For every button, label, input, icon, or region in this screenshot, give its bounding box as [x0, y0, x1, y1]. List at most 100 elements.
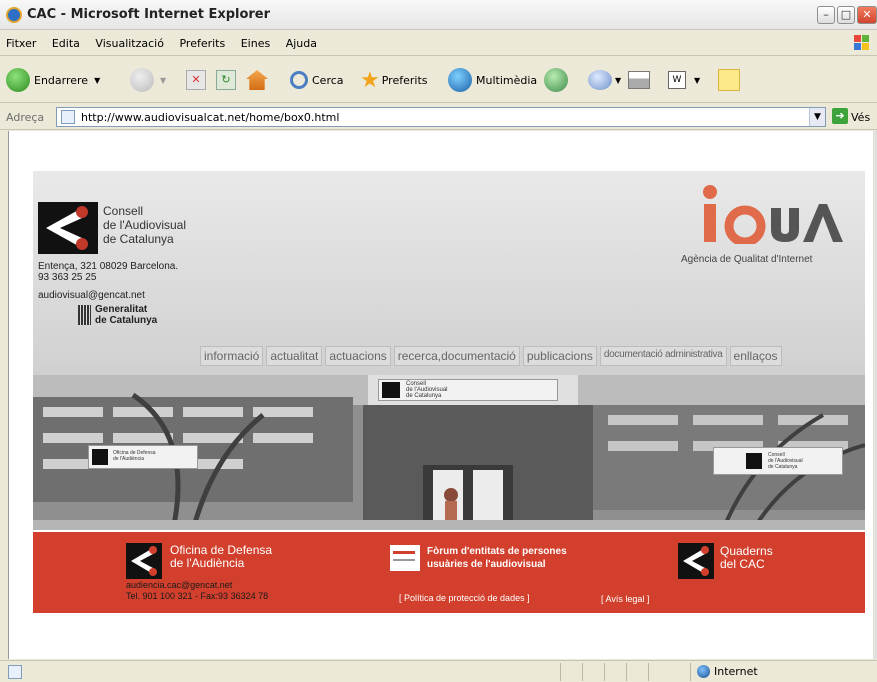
photo-sign-right: Consell de l'Audiovisual de Catalunya	[713, 447, 843, 475]
quaderns-title[interactable]: Quaderns del CAC	[720, 545, 773, 571]
forum-logo[interactable]	[390, 545, 420, 571]
status-divider	[604, 663, 605, 681]
menu-help[interactable]: Ajuda	[280, 31, 323, 50]
mail-icon	[588, 70, 612, 90]
back-dropdown-icon[interactable]: ▼	[94, 76, 100, 85]
go-label[interactable]: Vés	[851, 111, 870, 124]
home-button[interactable]	[246, 65, 268, 95]
media-icon	[448, 68, 472, 92]
history-icon	[544, 68, 568, 92]
forum-title[interactable]: Fòrum d'entitats de persones usuàries de…	[427, 545, 567, 571]
legal-link[interactable]: [ Avís legal ]	[601, 594, 649, 604]
photo-sign-line: de l'Audiència	[113, 456, 144, 462]
menu-edit[interactable]: Edita	[46, 31, 86, 50]
photo-sign-left: Oficina de Defensa de l'Audiència	[88, 445, 198, 469]
photo-sign-line: de Catalunya	[768, 464, 798, 470]
org-name-line: de Catalunya	[103, 232, 174, 246]
nav-informacio[interactable]: informació	[200, 346, 264, 366]
note-icon	[718, 69, 740, 91]
address-input[interactable]: http://www.audiovisualcat.net/home/box0.…	[56, 107, 826, 127]
security-zone-label: Internet	[714, 665, 758, 678]
history-button[interactable]	[544, 65, 568, 95]
forward-dropdown-icon[interactable]: ▼	[160, 76, 166, 85]
stop-button[interactable]: ✕	[186, 65, 206, 95]
status-divider	[648, 663, 649, 681]
oda-email[interactable]: audiencia.cac@gencat.net	[126, 580, 232, 590]
status-divider	[626, 663, 627, 681]
status-bar: Internet	[0, 660, 877, 682]
quaderns-logo[interactable]	[678, 543, 714, 579]
maximize-button[interactable]: □	[837, 6, 855, 24]
home-icon	[246, 70, 268, 90]
photo-sign-main: Consell de l'Audiovisual de Catalunya	[378, 379, 558, 401]
photo-sign-logo-icon	[746, 453, 762, 469]
forum-logo-mark-icon	[393, 551, 415, 554]
page-icon	[61, 110, 75, 124]
address-bar: Adreça http://www.audiovisualcat.net/hom…	[0, 104, 877, 130]
media-button[interactable]: Multimèdia	[448, 65, 537, 95]
oda-title[interactable]: Oficina de Defensa de l'Audiència	[170, 544, 272, 570]
media-label: Multimèdia	[476, 73, 538, 87]
print-button[interactable]	[628, 65, 650, 95]
nav-enllacos[interactable]: enllaços	[729, 346, 782, 366]
org-name-line: de l'Audiovisual	[103, 218, 187, 232]
standard-toolbar: Endarrere ▼ ▼ ✕ ↻ Cerca ★ Preferits Mult…	[0, 57, 877, 103]
quaderns-title-line: del CAC	[720, 557, 765, 571]
close-button[interactable]: ✕	[857, 6, 877, 24]
org-name-line: Consell	[103, 204, 144, 218]
status-divider	[560, 663, 561, 681]
generalitat-label[interactable]: Generalitat de Catalunya	[95, 304, 157, 326]
favorites-button[interactable]: ★ Preferits	[360, 65, 428, 95]
back-button[interactable]: Endarrere ▼	[6, 65, 100, 95]
window-title: CAC - Microsoft Internet Explorer	[27, 7, 271, 22]
menu-file[interactable]: Fitxer	[0, 31, 42, 50]
edit-button[interactable]: W ▼	[668, 65, 700, 95]
print-icon	[628, 71, 650, 89]
oda-logo[interactable]	[126, 543, 162, 579]
favorites-label: Preferits	[381, 73, 428, 87]
nav-publicacions[interactable]: publicacions	[522, 346, 597, 366]
forward-button[interactable]: ▼	[130, 65, 166, 95]
search-label: Cerca	[312, 73, 344, 87]
mail-button[interactable]: ▼	[588, 65, 621, 95]
refresh-button[interactable]: ↻	[216, 65, 236, 95]
nav-recerca[interactable]: recerca,documentació	[393, 346, 520, 366]
ie-icon	[6, 7, 22, 23]
internet-zone-icon	[697, 665, 710, 678]
search-icon	[290, 71, 308, 89]
site-footer: Oficina de Defensa de l'Audiència audien…	[33, 532, 865, 613]
status-divider	[690, 663, 691, 681]
menu-tools[interactable]: Eines	[235, 31, 276, 50]
edit-dropdown-icon[interactable]: ▼	[694, 76, 700, 85]
search-button[interactable]: Cerca	[290, 65, 344, 95]
generalitat-line: Generalitat	[95, 304, 148, 315]
menu-favorites[interactable]: Preferits	[173, 31, 231, 50]
oda-phone: Tel. 901 100 321 - Fax:93 36324 78	[126, 591, 269, 601]
page-status-icon	[8, 665, 22, 679]
messenger-button[interactable]	[718, 65, 740, 95]
iqua-subtitle: Agència de Qualitat d'Internet	[681, 254, 813, 265]
go-arrow-icon[interactable]: ➜	[832, 108, 848, 124]
menu-view[interactable]: Visualització	[89, 31, 170, 50]
org-email[interactable]: audiovisual@gencat.net	[38, 290, 145, 301]
iqua-logo[interactable]	[697, 184, 847, 244]
generalitat-emblem-icon	[78, 305, 91, 325]
nav-documentacio-administrativa[interactable]: documentació administrativa	[599, 346, 727, 366]
org-name: Consell de l'Audiovisual de Catalunya	[103, 204, 186, 246]
cac-logo[interactable]	[38, 202, 98, 254]
minimize-button[interactable]: –	[817, 6, 835, 24]
phone-line: 93 363 25 25	[38, 272, 97, 283]
photo-sign-line: de Catalunya	[406, 393, 442, 399]
privacy-link[interactable]: [ Política de protecció de dades ]	[399, 593, 530, 603]
org-address: Entença, 321 08029 Barcelona. 93 363 25 …	[38, 261, 178, 283]
forum-title-line: usuàries de l'audiovisual	[427, 559, 546, 570]
forum-logo-mark-icon	[393, 559, 415, 561]
nav-actualitat[interactable]: actualitat	[266, 346, 323, 366]
star-icon: ★	[360, 67, 380, 93]
nav-actuacions[interactable]: actuacions	[325, 346, 391, 366]
mail-dropdown-icon[interactable]: ▼	[615, 76, 621, 85]
menu-bar: Fitxer Edita Visualització Preferits Ein…	[0, 31, 877, 56]
site-header: Consell de l'Audiovisual de Catalunya En…	[33, 171, 865, 375]
photo-sign-logo-icon	[382, 382, 400, 398]
address-dropdown-icon[interactable]: ▼	[809, 108, 825, 126]
